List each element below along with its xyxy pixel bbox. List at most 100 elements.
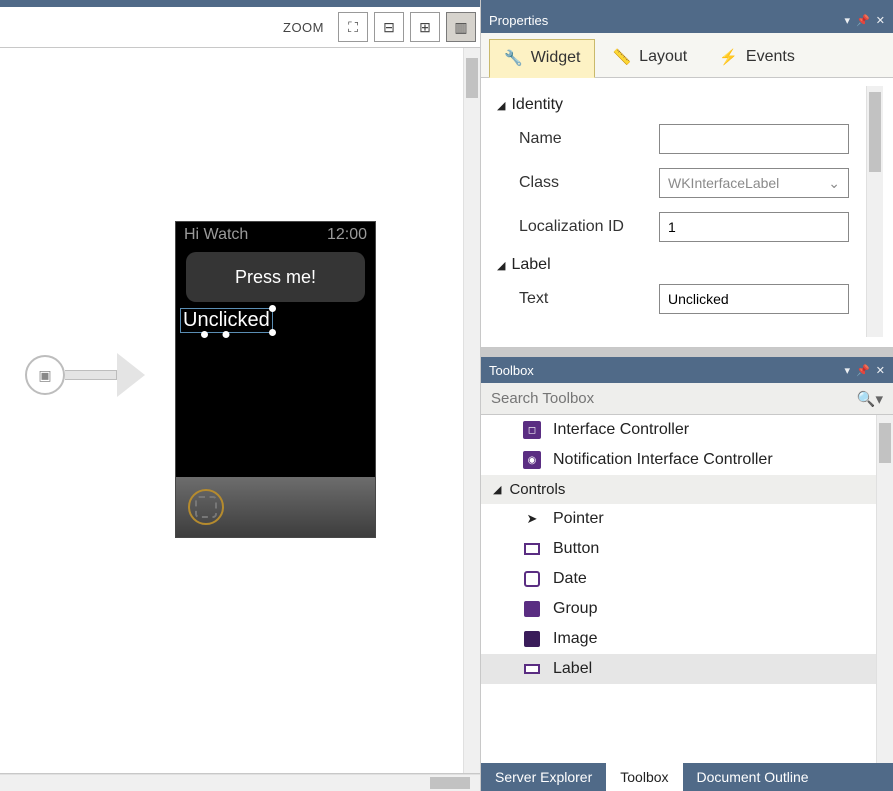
section-label[interactable]: ◢ Label: [497, 256, 866, 274]
toolbox-item-label: Interface Controller: [553, 421, 689, 439]
close-icon[interactable]: ✕: [876, 14, 885, 27]
toolbox-group-label: Controls: [509, 481, 565, 498]
selection-handle-icon[interactable]: [269, 305, 276, 312]
corners-icon: ⛶: [348, 19, 358, 36]
toolbox-item-notification-controller[interactable]: ◉ Notification Interface Controller: [481, 445, 876, 475]
close-icon[interactable]: ✕: [876, 364, 885, 377]
class-select[interactable]: WKInterfaceLabel ⌄: [659, 168, 849, 198]
toolbox-search[interactable]: 🔍▾: [481, 383, 893, 415]
search-input[interactable]: [491, 390, 857, 407]
toolbox-item-label[interactable]: Label: [481, 654, 876, 684]
toolbox-item-image[interactable]: Image: [481, 624, 876, 654]
page-indicator-icon: [188, 489, 224, 525]
watch-interface-controller[interactable]: Hi Watch 12:00 Press me! Unclicked: [175, 221, 376, 538]
zoom-fit-button[interactable]: ⛶: [338, 12, 368, 42]
right-panels: Properties ▾ 📌 ✕ 🔧 Widget 📏 Layout ⚡ Eve…: [481, 0, 893, 791]
tab-layout[interactable]: 📏 Layout: [597, 39, 702, 77]
entry-point-arrow[interactable]: ▣: [25, 353, 145, 397]
zoom-out-button[interactable]: ⊟: [374, 12, 404, 42]
properties-scrollbar[interactable]: [866, 86, 883, 337]
watch-button-label: Press me!: [235, 267, 316, 288]
menu-dropdown-icon[interactable]: ▾: [845, 364, 851, 377]
toolbox-item-date[interactable]: Date: [481, 564, 876, 594]
selection-handle-icon[interactable]: [269, 329, 276, 336]
class-label: Class: [519, 174, 649, 192]
prop-row-name: Name: [519, 124, 866, 154]
plus-box-icon: ⊞: [419, 19, 431, 36]
properties-panel-titlebar[interactable]: Properties ▾ 📌 ✕: [481, 7, 893, 33]
tab-document-outline[interactable]: Document Outline: [683, 763, 823, 791]
toolbox-item-group[interactable]: Group: [481, 594, 876, 624]
properties-title: Properties: [489, 13, 548, 28]
designer-area: ZOOM ⛶ ⊟ ⊞ ▥ ▣ Hi Watch 12:00: [0, 0, 481, 791]
text-field[interactable]: [659, 284, 849, 314]
toolbox-item-label: Notification Interface Controller: [553, 451, 773, 469]
text-label: Text: [519, 290, 649, 308]
properties-tabs: 🔧 Widget 📏 Layout ⚡ Events: [481, 33, 893, 78]
properties-body: ◢ Identity Name Class WKInterfaceLabel ⌄…: [481, 78, 893, 348]
section-identity-label: Identity: [511, 96, 563, 114]
toolbox-panel-titlebar[interactable]: Toolbox ▾ 📌 ✕: [481, 357, 893, 383]
selection-handle-icon[interactable]: [201, 331, 208, 338]
notification-controller-icon: ◉: [523, 451, 541, 469]
designer-toolbar: ZOOM ⛶ ⊟ ⊞ ▥: [0, 0, 480, 48]
toolbox-item-interface-controller[interactable]: ◻ Interface Controller: [481, 415, 876, 445]
tab-toolbox[interactable]: Toolbox: [606, 763, 682, 791]
tab-layout-label: Layout: [639, 48, 687, 66]
selection-handle-icon[interactable]: [223, 331, 230, 338]
designer-scrollbar-vertical[interactable]: [463, 48, 480, 773]
locid-field[interactable]: [659, 212, 849, 242]
pin-icon[interactable]: 📌: [856, 364, 870, 377]
toolbox-item-label: Date: [553, 570, 587, 588]
name-label: Name: [519, 130, 649, 148]
tab-server-explorer-label: Server Explorer: [495, 769, 592, 785]
expander-icon: ◢: [493, 483, 501, 496]
lightning-icon: ⚡: [719, 48, 738, 66]
toolbox-item-label: Pointer: [553, 510, 604, 528]
watch-status-bar: Hi Watch 12:00: [176, 222, 375, 248]
entry-arrow-shaft: [65, 370, 117, 380]
interface-controller-icon: ◻: [523, 421, 541, 439]
date-icon: [523, 570, 541, 588]
designer-canvas[interactable]: ▣ Hi Watch 12:00 Press me! Unclicked: [0, 48, 480, 774]
entry-point-circle: ▣: [25, 355, 65, 395]
toolbox-item-button[interactable]: Button: [481, 534, 876, 564]
tab-widget[interactable]: 🔧 Widget: [489, 39, 595, 78]
designer-scrollbar-horizontal[interactable]: [0, 774, 480, 791]
locid-label: Localization ID: [519, 218, 649, 236]
watch-time: 12:00: [327, 226, 367, 244]
toolbox-group-controls[interactable]: ◢ Controls: [481, 475, 876, 504]
class-value: WKInterfaceLabel: [668, 175, 779, 191]
name-field[interactable]: [659, 124, 849, 154]
watch-label-selected[interactable]: Unclicked: [180, 308, 273, 333]
toolbox-item-pointer[interactable]: ➤ Pointer: [481, 504, 876, 534]
toolbox-body: ◻ Interface Controller ◉ Notification In…: [481, 415, 893, 763]
image-icon: [523, 630, 541, 648]
toolbox-item-label-text: Label: [553, 660, 592, 678]
tab-document-outline-label: Document Outline: [697, 769, 809, 785]
tab-events[interactable]: ⚡ Events: [704, 39, 810, 77]
layout-icon: ▥: [454, 19, 467, 36]
toolbox-scrollbar[interactable]: [876, 415, 893, 763]
zoom-in-button[interactable]: ⊞: [410, 12, 440, 42]
button-icon: [523, 540, 541, 558]
prop-row-class: Class WKInterfaceLabel ⌄: [519, 168, 866, 198]
watch-title: Hi Watch: [184, 226, 248, 244]
label-icon: [523, 660, 541, 678]
zoom-label: ZOOM: [283, 20, 324, 35]
wrench-icon: 🔧: [504, 49, 523, 67]
search-icon[interactable]: 🔍▾: [857, 390, 883, 408]
pin-icon[interactable]: 📌: [856, 14, 870, 27]
panel-splitter[interactable]: [481, 348, 893, 357]
menu-dropdown-icon[interactable]: ▾: [845, 14, 851, 27]
section-label-label: Label: [511, 256, 550, 274]
group-icon: [523, 600, 541, 618]
ruler-icon: 📏: [612, 48, 631, 66]
expander-icon: ◢: [497, 259, 505, 272]
constraints-toggle-button[interactable]: ▥: [446, 12, 476, 42]
tab-server-explorer[interactable]: Server Explorer: [481, 763, 606, 791]
section-identity[interactable]: ◢ Identity: [497, 96, 866, 114]
minus-box-icon: ⊟: [383, 19, 395, 36]
pointer-icon: ➤: [523, 510, 541, 528]
watch-button[interactable]: Press me!: [186, 252, 365, 302]
